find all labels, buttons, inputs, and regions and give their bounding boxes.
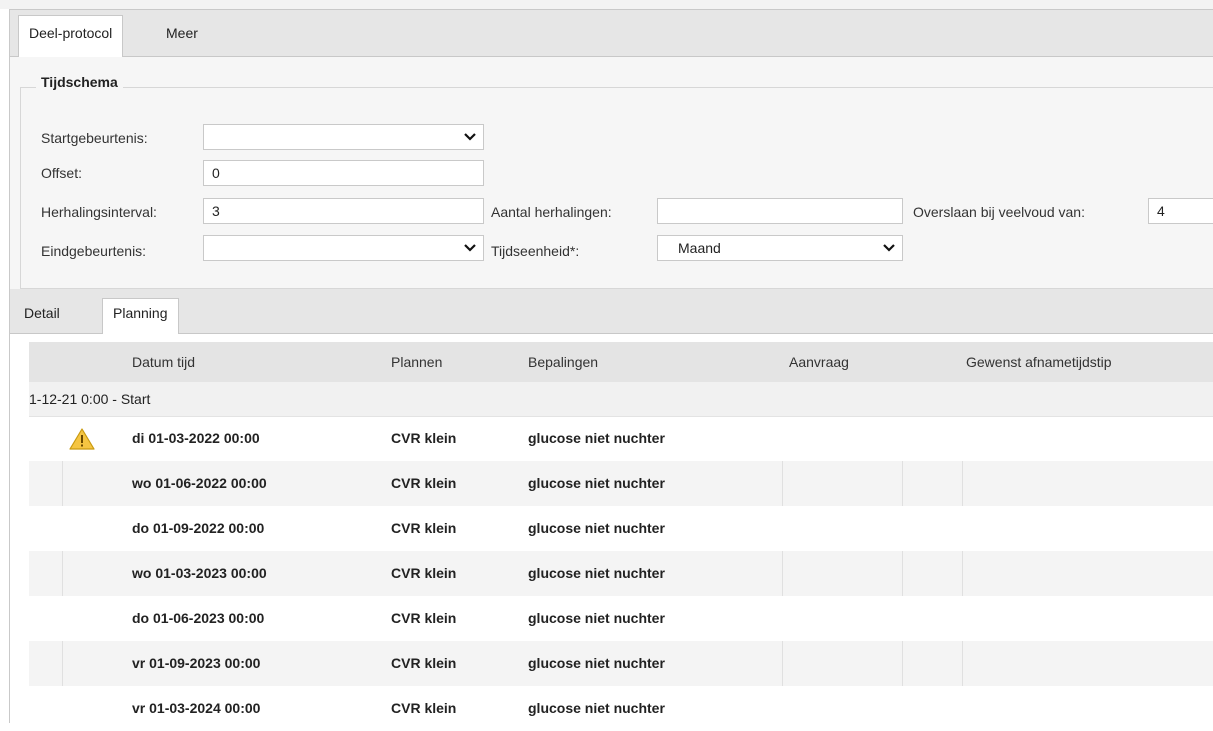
column-divider bbox=[62, 641, 63, 686]
offset-input[interactable]: 0 bbox=[203, 160, 484, 186]
column-divider bbox=[902, 461, 903, 506]
planning-grid: Datum tijd Plannen Bepalingen Aanvraag G… bbox=[10, 334, 1213, 723]
cell-plannen: CVR klein bbox=[391, 565, 457, 581]
startgebeurtenis-select[interactable] bbox=[203, 124, 484, 150]
table-row[interactable]: wo 01-03-2023 00:00 CVR klein glucose niet… bbox=[29, 551, 1213, 596]
grid-header: Datum tijd Plannen Bepalingen Aanvraag G… bbox=[29, 342, 1213, 382]
warning-icon[interactable] bbox=[69, 427, 95, 451]
cell-datum-tijd: do 01-06-2023 00:00 bbox=[132, 610, 265, 626]
protocol-frame: Deel-protocol Meer Tijdschema Startgebeu… bbox=[9, 9, 1213, 723]
table-row[interactable]: vr 01-09-2023 00:00 CVR klein glucose niet… bbox=[29, 641, 1213, 686]
column-header-aanvraag[interactable]: Aanvraag bbox=[789, 342, 849, 382]
top-strip bbox=[0, 0, 1213, 9]
table-row[interactable]: do 01-09-2022 00:00 CVR klein glucose niet… bbox=[29, 506, 1213, 551]
cell-plannen: CVR klein bbox=[391, 520, 457, 536]
cell-plannen: CVR klein bbox=[391, 655, 457, 671]
column-divider bbox=[962, 551, 963, 596]
cell-bepalingen: glucose niet nuchter bbox=[528, 655, 665, 671]
overslaan-label: Overslaan bij veelvoud van: bbox=[913, 204, 1085, 220]
chevron-down-icon bbox=[883, 244, 895, 252]
herhalingsinterval-label: Herhalingsinterval: bbox=[41, 204, 157, 220]
sub-tab-bar: Detail Planning bbox=[10, 289, 1213, 335]
schedule-legend: Tijdschema bbox=[36, 74, 123, 90]
aantal-herhalingen-input[interactable] bbox=[657, 198, 903, 224]
cell-bepalingen: glucose niet nuchter bbox=[528, 700, 665, 716]
cell-datum-tijd: vr 01-03-2024 00:00 bbox=[132, 700, 261, 716]
aantal-herhalingen-label: Aantal herhalingen: bbox=[491, 204, 612, 220]
column-divider bbox=[962, 641, 963, 686]
column-divider bbox=[62, 461, 63, 506]
cell-plannen: CVR klein bbox=[391, 430, 457, 446]
column-divider bbox=[902, 551, 903, 596]
app-root: Deel-protocol Meer Tijdschema Startgebeu… bbox=[0, 0, 1213, 723]
column-divider bbox=[962, 461, 963, 506]
group-row-start: 1-12-21 0:00 - Start bbox=[29, 382, 1213, 417]
column-header-bepalingen[interactable]: Bepalingen bbox=[528, 342, 598, 382]
tab-detail[interactable]: Detail bbox=[14, 299, 70, 333]
group-label: 1-12-21 0:00 - Start bbox=[29, 391, 151, 407]
tijdseenheid-label: Tijdseenheid*: bbox=[491, 243, 580, 259]
column-header-gewenst-afnametijdstip[interactable]: Gewenst afnametijdstip bbox=[966, 342, 1112, 382]
startgebeurtenis-label: Startgebeurtenis: bbox=[41, 130, 148, 146]
overslaan-input[interactable]: 4 bbox=[1148, 198, 1213, 224]
table-row[interactable]: do 01-06-2023 00:00 CVR klein glucose niet… bbox=[29, 596, 1213, 641]
tijdseenheid-select[interactable]: Maand bbox=[657, 235, 903, 261]
herhalingsinterval-input[interactable]: 3 bbox=[203, 198, 484, 224]
cell-datum-tijd: vr 01-09-2023 00:00 bbox=[132, 655, 261, 671]
column-divider bbox=[782, 461, 783, 506]
main-tab-bar: Deel-protocol Meer bbox=[10, 10, 1213, 58]
table-row[interactable]: vr 01-03-2024 00:00 CVR klein glucose niet… bbox=[29, 686, 1213, 731]
cell-datum-tijd: do 01-09-2022 00:00 bbox=[132, 520, 265, 536]
schedule-fieldset bbox=[20, 87, 1213, 289]
column-divider bbox=[62, 551, 63, 596]
cell-plannen: CVR klein bbox=[391, 700, 457, 716]
cell-datum-tijd: di 01-03-2022 00:00 bbox=[132, 430, 260, 446]
cell-bepalingen: glucose niet nuchter bbox=[528, 430, 665, 446]
column-divider bbox=[782, 551, 783, 596]
column-divider bbox=[902, 641, 903, 686]
table-row[interactable]: wo 01-06-2022 00:00 CVR klein glucose niet… bbox=[29, 461, 1213, 506]
eindgebeurtenis-label: Eindgebeurtenis: bbox=[41, 243, 147, 259]
cell-bepalingen: glucose niet nuchter bbox=[528, 520, 665, 536]
column-divider bbox=[782, 641, 783, 686]
offset-label: Offset: bbox=[41, 165, 82, 181]
tab-deel-protocol[interactable]: Deel-protocol bbox=[18, 15, 124, 58]
column-header-datum-tijd[interactable]: Datum tijd bbox=[132, 342, 195, 382]
column-header-plannen[interactable]: Plannen bbox=[391, 342, 442, 382]
tab-meer[interactable]: Meer bbox=[156, 16, 208, 56]
chevron-down-icon bbox=[464, 244, 476, 252]
cell-bepalingen: glucose niet nuchter bbox=[528, 475, 665, 491]
tijdseenheid-value: Maand bbox=[678, 240, 721, 256]
cell-datum-tijd: wo 01-03-2023 00:00 bbox=[132, 565, 267, 581]
cell-bepalingen: glucose niet nuchter bbox=[528, 565, 665, 581]
cell-plannen: CVR klein bbox=[391, 610, 457, 626]
schedule-panel: Tijdschema Startgebeurtenis: Offset: 0 H… bbox=[10, 57, 1213, 290]
cell-plannen: CVR klein bbox=[391, 475, 457, 491]
cell-datum-tijd: wo 01-06-2022 00:00 bbox=[132, 475, 267, 491]
tab-planning[interactable]: Planning bbox=[102, 298, 179, 335]
table-row[interactable]: di 01-03-2022 00:00 CVR klein glucose niet… bbox=[29, 416, 1213, 461]
chevron-down-icon bbox=[464, 133, 476, 141]
eindgebeurtenis-select[interactable] bbox=[203, 235, 484, 261]
cell-bepalingen: glucose niet nuchter bbox=[528, 610, 665, 626]
